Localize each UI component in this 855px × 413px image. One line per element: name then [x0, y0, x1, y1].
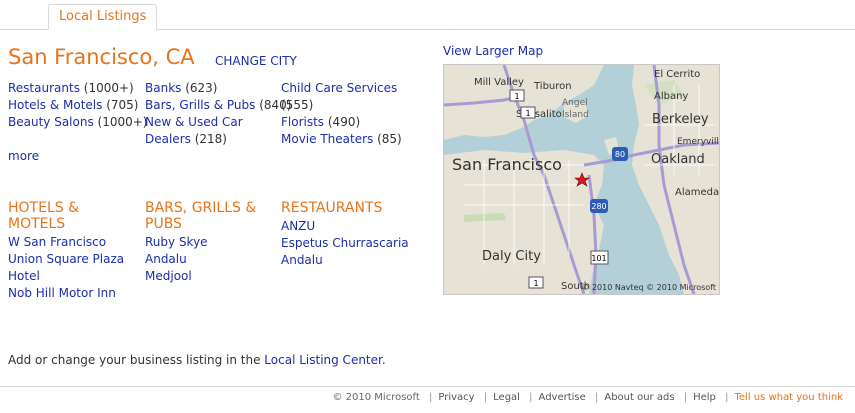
footer-links: © 2010 Microsoft | Privacy | Legal | Advert… — [332, 392, 843, 403]
category-link[interactable]: New & Used Car — [145, 115, 243, 129]
category-link[interactable]: Beauty Salons — [8, 115, 94, 129]
category-link[interactable]: Movie Theaters — [281, 132, 373, 146]
map-label-albany: Albany — [654, 91, 688, 102]
map-image: San Francisco Oakland Berkeley Daly City… — [444, 65, 719, 294]
category-column-2: Banks (623) Bars, Grills & Pubs (840) Ne… — [145, 80, 291, 148]
category-link[interactable]: Hotels & Motels — [8, 98, 102, 112]
category-count: (218) — [190, 132, 227, 146]
listing-link[interactable]: ANZU — [281, 219, 315, 233]
category-link-cont[interactable]: Dealers — [145, 132, 191, 146]
map-label-emeryville: Emeryville — [677, 137, 719, 147]
route-shield: 280 — [591, 202, 606, 211]
route-shield: 101 — [591, 254, 606, 263]
category-count: (555) — [281, 98, 314, 112]
tab-local-listings[interactable]: Local Listings — [48, 4, 158, 30]
tab-bar: Local Listings — [0, 0, 855, 30]
category-count: (1000+) — [79, 81, 134, 95]
footer-link-about-ads[interactable]: About our ads — [604, 392, 674, 403]
category-column-1: Restaurants (1000+) Hotels & Motels (705… — [8, 80, 147, 131]
listing-link[interactable]: Nob Hill Motor Inn — [8, 286, 116, 300]
listing-link[interactable]: Andalu — [281, 253, 323, 267]
map-copyright: © 2010 Navteq © 2010 Microsoft — [581, 283, 716, 292]
category-link[interactable]: Child Care Services — [281, 81, 397, 95]
category-link[interactable]: Restaurants — [8, 81, 80, 95]
route-shield: 1 — [533, 279, 538, 288]
listing-link[interactable]: Ruby Skye — [145, 235, 208, 249]
section-heading: HOTELS & MOTELS — [8, 200, 79, 232]
map-label-island: Island — [562, 110, 589, 120]
category-link[interactable]: Bars, Grills & Pubs — [145, 98, 255, 112]
map-label-mill-valley: Mill Valley — [474, 77, 524, 88]
footer-link-advertise[interactable]: Advertise — [539, 392, 586, 403]
section-heading: BARS, GRILLS & PUBS — [145, 200, 257, 232]
listing-link[interactable]: Medjool — [145, 269, 192, 283]
map-label-san-francisco: San Francisco — [452, 155, 562, 174]
section-hotels: HOTELS & MOTELS W San Francisco Union Sq… — [8, 200, 140, 302]
footer: © 2010 Microsoft | Privacy | Legal | Advert… — [0, 386, 855, 403]
footer-link-feedback[interactable]: Tell us what you think — [734, 392, 843, 403]
listing-footnote: Add or change your business listing in t… — [8, 353, 386, 367]
footer-link-legal[interactable]: Legal — [493, 392, 520, 403]
section-heading: RESTAURANTS — [281, 200, 383, 216]
map-view[interactable]: San Francisco Oakland Berkeley Daly City… — [443, 64, 720, 295]
change-city-link[interactable]: CHANGE CITY — [215, 54, 297, 68]
map-label-oakland: Oakland — [651, 152, 705, 167]
listing-link[interactable]: Andalu — [145, 252, 187, 266]
map-label-angel: Angel — [562, 98, 588, 108]
route-shield: 80 — [615, 150, 625, 159]
local-listing-center-link[interactable]: Local Listing Center — [264, 353, 382, 367]
route-shield: 1 — [514, 92, 519, 101]
listing-link[interactable]: Espetus Churrascaria — [281, 236, 409, 250]
footnote-text: Add or change your business listing in t… — [8, 353, 265, 367]
footer-link-privacy[interactable]: Privacy — [438, 392, 474, 403]
map-label-berkeley: Berkeley — [652, 112, 709, 127]
city-title: San Francisco, CA — [8, 45, 195, 69]
category-link[interactable]: Banks — [145, 81, 181, 95]
category-count: (1000+) — [93, 115, 148, 129]
footnote-period: . — [381, 353, 386, 367]
map-label-tiburon: Tiburon — [533, 81, 572, 92]
footer-copyright: © 2010 Microsoft — [332, 392, 420, 403]
listing-link[interactable]: Union Square Plaza Hotel — [8, 252, 124, 283]
category-count: (85) — [373, 132, 402, 146]
more-link[interactable]: more — [8, 149, 39, 163]
map-label-alameda: Alameda — [675, 187, 719, 198]
view-larger-map-link[interactable]: View Larger Map — [443, 44, 543, 58]
category-link[interactable]: Florists — [281, 115, 324, 129]
section-bars: BARS, GRILLS & PUBS Ruby Skye Andalu Med… — [145, 200, 275, 285]
route-shield: 1 — [525, 109, 530, 118]
listing-link[interactable]: W San Francisco — [8, 235, 106, 249]
category-column-3: Child Care Services (555) Florists (490)… — [281, 80, 431, 148]
category-count: (705) — [102, 98, 139, 112]
map-label-el-cerrito: El Cerrito — [654, 69, 700, 80]
footer-link-help[interactable]: Help — [693, 392, 716, 403]
section-restaurants: RESTAURANTS ANZU Espetus Churrascaria An… — [281, 200, 431, 269]
category-count: (490) — [324, 115, 361, 129]
map-label-daly-city: Daly City — [482, 249, 541, 264]
category-count: (623) — [181, 81, 218, 95]
